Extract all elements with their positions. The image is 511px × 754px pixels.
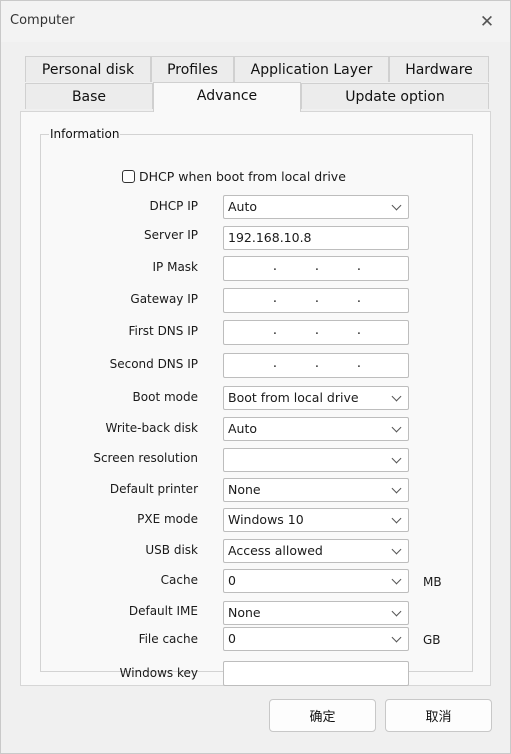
tab-update-option[interactable]: Update option bbox=[301, 83, 489, 109]
usb-disk-label: USB disk bbox=[145, 543, 198, 557]
group-title: Information bbox=[49, 127, 121, 141]
boot-mode-label: Boot mode bbox=[132, 390, 198, 404]
computer-dialog: Computer ✕ Personal disk Profiles Applic… bbox=[0, 0, 511, 754]
default-ime-label: Default IME bbox=[128, 604, 198, 618]
gateway-ip-input[interactable]: ... bbox=[223, 288, 409, 313]
file-cache-label: File cache bbox=[138, 632, 198, 646]
tab-panel-advance: Information DHCP when boot from local dr… bbox=[20, 111, 491, 686]
ip-dots: ... bbox=[272, 323, 362, 338]
tab-strip: Personal disk Profiles Application Layer… bbox=[25, 56, 489, 112]
tab-application-layer[interactable]: Application Layer bbox=[234, 56, 389, 82]
cache-label: Cache bbox=[160, 573, 198, 587]
first-dns-input[interactable]: ... bbox=[223, 320, 409, 345]
default-printer-label: Default printer bbox=[109, 482, 198, 496]
ip-mask-label: IP Mask bbox=[152, 260, 199, 274]
first-dns-label: First DNS IP bbox=[128, 324, 199, 338]
dhcp-local-boot-checkbox[interactable]: DHCP when boot from local drive bbox=[122, 169, 346, 184]
cancel-button[interactable]: 取消 bbox=[385, 699, 492, 732]
tab-hardware[interactable]: Hardware bbox=[389, 56, 489, 82]
gateway-ip-label: Gateway IP bbox=[130, 292, 198, 306]
default-ime-select[interactable]: None bbox=[223, 601, 409, 625]
checkbox-box[interactable] bbox=[122, 170, 135, 183]
tab-personal-disk[interactable]: Personal disk bbox=[25, 56, 151, 82]
default-printer-select[interactable]: None bbox=[223, 478, 409, 502]
information-groupbox: Information DHCP when boot from local dr… bbox=[40, 127, 473, 686]
usb-disk-select[interactable]: Access allowed bbox=[223, 539, 409, 563]
close-icon: ✕ bbox=[479, 11, 495, 32]
server-ip-label: Server IP bbox=[144, 228, 198, 242]
close-button[interactable]: ✕ bbox=[464, 1, 510, 42]
ip-dots: ... bbox=[272, 259, 362, 274]
ip-dots: ... bbox=[272, 291, 362, 306]
screen-resolution-label: Screen resolution bbox=[93, 451, 198, 465]
screen-resolution-select[interactable] bbox=[223, 448, 409, 472]
second-dns-label: Second DNS IP bbox=[109, 357, 198, 371]
ok-button[interactable]: 确定 bbox=[269, 699, 376, 732]
cache-unit: MB bbox=[423, 575, 442, 589]
tab-profiles[interactable]: Profiles bbox=[151, 56, 234, 82]
window-title: Computer bbox=[10, 13, 75, 28]
write-back-select[interactable]: Auto bbox=[223, 417, 409, 441]
windows-key-input[interactable] bbox=[223, 661, 409, 686]
pxe-mode-select[interactable]: Windows 10 bbox=[223, 508, 409, 532]
title-bar: Computer ✕ bbox=[1, 1, 510, 42]
dhcp-ip-label: DHCP IP bbox=[149, 199, 198, 213]
ip-dots: ... bbox=[272, 356, 362, 371]
checkbox-label: DHCP when boot from local drive bbox=[139, 169, 346, 184]
file-cache-unit: GB bbox=[423, 633, 441, 647]
pxe-mode-label: PXE mode bbox=[137, 512, 198, 526]
windows-key-label: Windows key bbox=[119, 666, 198, 680]
write-back-label: Write-back disk bbox=[105, 421, 199, 435]
ip-mask-input[interactable]: ... bbox=[223, 256, 409, 281]
tab-base[interactable]: Base bbox=[25, 83, 153, 109]
cache-select[interactable]: 0 bbox=[223, 569, 409, 593]
second-dns-input[interactable]: ... bbox=[223, 353, 409, 378]
dhcp-ip-select[interactable]: Auto bbox=[223, 195, 409, 219]
tab-advance[interactable]: Advance bbox=[153, 82, 301, 112]
file-cache-select[interactable]: 0 bbox=[223, 627, 409, 651]
boot-mode-select[interactable]: Boot from local drive bbox=[223, 386, 409, 410]
server-ip-input[interactable]: 192.168.10.8 bbox=[223, 226, 409, 250]
